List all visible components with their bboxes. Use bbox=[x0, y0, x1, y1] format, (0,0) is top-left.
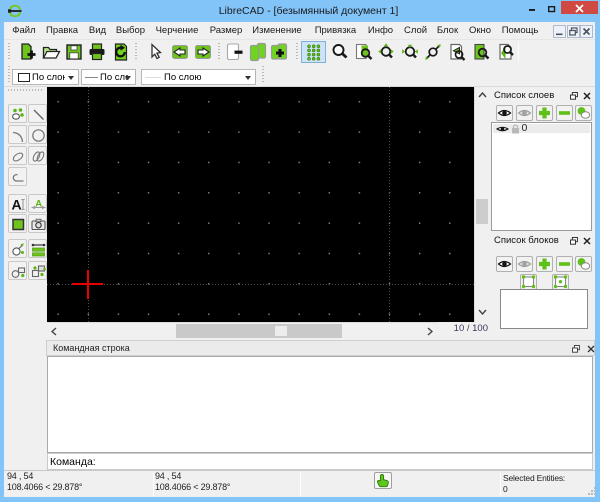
svg-text:A: A bbox=[11, 197, 21, 213]
svg-text:A: A bbox=[35, 199, 42, 210]
